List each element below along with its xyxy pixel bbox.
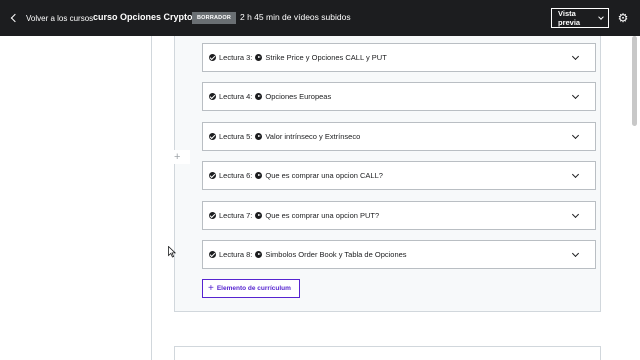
- play-circle-icon: [255, 133, 263, 140]
- play-circle-icon: [255, 212, 263, 219]
- back-to-courses-label: Volver a los cursos: [26, 13, 94, 23]
- status-badge: BORRADOR: [192, 12, 236, 24]
- chevron-down-icon: [598, 13, 604, 20]
- lecture-number: Lectura 6:: [219, 171, 253, 180]
- preview-button[interactable]: Vista previa: [551, 8, 609, 28]
- lecture-title: Valor intrínseco y Extrínseco: [265, 132, 361, 141]
- lecture-title: Simbolos Order Book y Tabla de Opciones: [265, 250, 407, 259]
- next-curriculum-section: [174, 346, 601, 360]
- lecture-item[interactable]: Lectura 3: Strike Price y Opciones CALL …: [202, 43, 596, 72]
- course-title: curso Opciones Crypto: [93, 12, 193, 22]
- gear-icon[interactable]: ⚙: [615, 10, 631, 26]
- lecture-number: Lectura 8:: [219, 250, 253, 259]
- lecture-title: Opciones Europeas: [265, 92, 332, 101]
- plus-icon: +: [208, 282, 214, 294]
- lecture-item[interactable]: Lectura 8: Simbolos Order Book y Tabla d…: [202, 240, 596, 269]
- lecture-item[interactable]: Lectura 6: Que es comprar una opcion CAL…: [202, 161, 596, 190]
- left-column: [0, 36, 151, 360]
- lecture-title: Strike Price y Opciones CALL y PUT: [265, 53, 387, 62]
- play-circle-icon: [255, 54, 263, 61]
- lecture-title: Que es comprar una opcion PUT?: [265, 211, 380, 220]
- back-to-courses-link[interactable]: Volver a los cursos: [8, 11, 93, 25]
- scrollbar-thumb[interactable]: [632, 36, 637, 126]
- video-info: 2 h 45 min de vídeos subidos: [240, 12, 351, 22]
- lecture-title: Que es comprar una opcion CALL?: [265, 171, 383, 180]
- check-circle-icon: [209, 172, 216, 179]
- chevron-down-icon[interactable]: [571, 249, 580, 258]
- chevron-down-icon[interactable]: [571, 170, 580, 179]
- check-circle-icon: [209, 212, 216, 219]
- add-curriculum-item-button[interactable]: + Elemento de currículum: [202, 279, 300, 298]
- chevron-down-icon[interactable]: [571, 91, 580, 100]
- add-curriculum-item-label: Elemento de currículum: [216, 285, 291, 292]
- chevron-down-icon[interactable]: [571, 210, 580, 219]
- lecture-item[interactable]: Lectura 5: Valor intrínseco y Extrínseco: [202, 122, 596, 151]
- preview-button-label: Vista previa: [558, 9, 581, 27]
- play-circle-icon: [255, 251, 263, 258]
- insert-item-plus-icon[interactable]: +: [170, 150, 190, 164]
- play-circle-icon: [255, 172, 263, 179]
- lecture-number: Lectura 4:: [219, 92, 253, 101]
- lecture-number: Lectura 3:: [219, 53, 253, 62]
- lecture-item[interactable]: Lectura 7: Que es comprar una opcion PUT…: [202, 201, 596, 230]
- play-circle-icon: [255, 93, 263, 100]
- top-bar: Volver a los cursos curso Opciones Crypt…: [0, 0, 640, 36]
- chevron-down-icon[interactable]: [571, 52, 580, 61]
- mouse-cursor-icon: [168, 246, 176, 258]
- lecture-item[interactable]: Lectura 4: Opciones Europeas: [202, 82, 596, 111]
- chevron-left-icon: [10, 13, 20, 23]
- check-circle-icon: [209, 251, 216, 258]
- lecture-number: Lectura 5:: [219, 132, 253, 141]
- check-circle-icon: [209, 54, 216, 61]
- chevron-down-icon[interactable]: [571, 131, 580, 140]
- lecture-number: Lectura 7:: [219, 211, 253, 220]
- check-circle-icon: [209, 133, 216, 140]
- check-circle-icon: [209, 93, 216, 100]
